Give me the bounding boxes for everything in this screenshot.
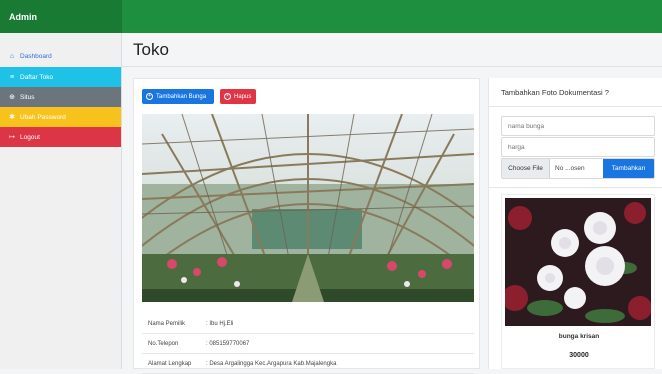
key-icon: ✱ (9, 114, 15, 121)
greenhouse-image (142, 114, 474, 302)
header-divider (122, 66, 662, 67)
flower-name-input[interactable] (501, 116, 655, 136)
info-key: Nama Pemilik (148, 320, 186, 327)
home-icon: ⌂ (9, 52, 15, 60)
info-value: : 085159770067 (206, 340, 250, 347)
logout-icon: ↦ (9, 134, 15, 141)
delete-button[interactable]: × Hapus (220, 89, 256, 104)
sidebar: ⌂ Dashboard ≡ Daftar Toko ⊕ Situs ✱ Ubah… (0, 33, 122, 369)
sidebar-item-label: Logout (20, 133, 40, 141)
file-upload-group: Choose File No ...osen Tambahkan (501, 158, 655, 179)
submit-button[interactable]: Tambahkan (603, 159, 654, 178)
panel-divider (489, 106, 662, 107)
info-value: : Ibu Hj.Eli (206, 320, 234, 327)
add-photo-panel: Tambahkan Foto Dokumentasi ? Choose File… (488, 78, 662, 369)
delete-label: Hapus (234, 93, 252, 100)
sidebar-item-logout[interactable]: ↦ Logout (0, 127, 121, 147)
info-value: : Desa Argalingga Kec.Argapura Kab.Majal… (206, 360, 337, 367)
sidebar-item-label: Ubah Password (20, 113, 66, 121)
product-name: bunga krisan (558, 333, 600, 340)
plus-circle-icon: + (146, 93, 153, 100)
globe-icon: ⊕ (9, 94, 15, 101)
sidebar-item-label: Situs (20, 93, 35, 101)
page-title: Toko (133, 40, 169, 59)
file-name-display: No ...osen (555, 165, 585, 172)
info-key: No.Telepon (148, 340, 179, 347)
sidebar-item-daftar-toko[interactable]: ≡ Daftar Toko (0, 67, 121, 87)
x-circle-icon: × (224, 93, 231, 100)
product-photo (505, 198, 651, 326)
table-row: Alamat Lengkap : Desa Argalingga Kec.Arg… (142, 354, 474, 374)
sidebar-item-situs[interactable]: ⊕ Situs (0, 87, 121, 107)
sidebar-item-ubah-password[interactable]: ✱ Ubah Password (0, 107, 121, 127)
panel-title: Tambahkan Foto Dokumentasi ? (501, 88, 609, 97)
price-input[interactable] (501, 137, 655, 157)
table-row: No.Telepon : 085159770067 (142, 334, 474, 354)
store-card: + Tambahkan Bunga × Hapus Nama Pemilik:… (133, 78, 480, 374)
product-price: 30000 (569, 352, 589, 359)
info-key: Alamat Lengkap (148, 360, 192, 367)
product-card[interactable]: bunga krisan 30000 (501, 194, 655, 369)
brand-label[interactable]: Admin (0, 0, 122, 33)
panel-divider (489, 187, 662, 188)
sidebar-item-dashboard[interactable]: ⌂ Dashboard (0, 45, 121, 67)
add-flower-label: Tambahkan Bunga (156, 93, 207, 100)
chrysanthemum-image (505, 198, 651, 326)
greenhouse-photo (142, 114, 474, 302)
add-flower-button[interactable]: + Tambahkan Bunga (142, 89, 214, 104)
table-row: Nama Pemilik : Ibu Hj.Eli (142, 314, 474, 334)
choose-file-button[interactable]: Choose File (502, 159, 550, 178)
store-info-table: Nama Pemilik : Ibu Hj.Eli No.Telepon : 0… (142, 314, 474, 374)
list-icon: ≡ (9, 73, 15, 81)
sidebar-item-label: Dashboard (20, 52, 52, 60)
sidebar-item-label: Daftar Toko (20, 73, 54, 81)
